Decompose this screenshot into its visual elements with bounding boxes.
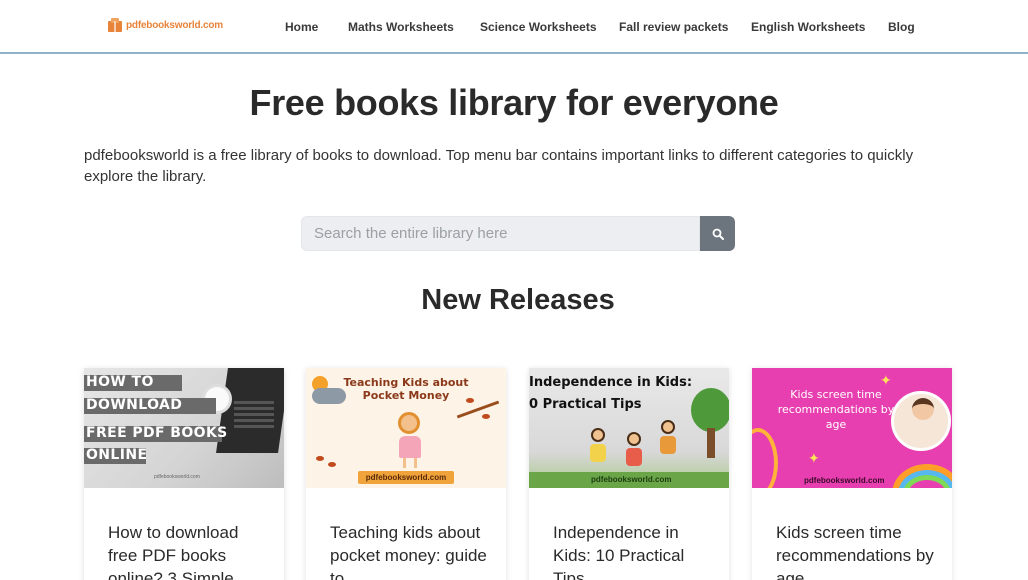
site-header: pdfebooksworld.com Home Maths Worksheets… bbox=[0, 0, 1028, 54]
kid-shirt-graphic bbox=[590, 444, 606, 462]
section-title-new-releases: New Releases bbox=[421, 284, 615, 316]
kid-graphic bbox=[627, 432, 641, 446]
site-logo[interactable]: pdfebooksworld.com bbox=[107, 17, 223, 33]
thumbnail-heading: Kids screen time recommendations by age bbox=[776, 387, 896, 432]
thumbnail-caption: pdfebooksworld.com bbox=[154, 474, 200, 480]
nav-maths-worksheets[interactable]: Maths Worksheets bbox=[348, 20, 454, 34]
thumbnail-text: DOWNLOAD bbox=[86, 397, 183, 413]
leaf-graphic bbox=[466, 398, 474, 403]
card-title[interactable]: Kids screen time recommendations by age bbox=[776, 521, 936, 580]
thumbnail-text: FREE PDF BOOKS bbox=[86, 425, 228, 441]
thumbnail-caption: pdfebooksworld.com bbox=[358, 471, 454, 484]
page-title: Free books library for everyone bbox=[249, 82, 779, 123]
card-thumbnail[interactable]: HOW TO DOWNLOAD FREE PDF BOOKS ONLINE pd… bbox=[84, 368, 284, 488]
thumbnail-heading: Teaching Kids about Pocket Money bbox=[306, 376, 506, 402]
card-title[interactable]: Independence in Kids: 10 Practical Tips bbox=[553, 521, 713, 580]
search-bar bbox=[301, 216, 735, 251]
kid-graphic bbox=[591, 428, 605, 442]
girl-body-graphic bbox=[399, 436, 421, 458]
book-logo-icon bbox=[107, 17, 123, 33]
tree-trunk-graphic bbox=[707, 428, 715, 458]
nav-fall-review-packets[interactable]: Fall review packets bbox=[619, 20, 728, 34]
girl-legs-graphic bbox=[403, 458, 417, 468]
card-thumbnail[interactable]: Teaching Kids about Pocket Money pdfeboo… bbox=[306, 368, 506, 488]
rainbow-graphic bbox=[892, 464, 952, 488]
search-button[interactable] bbox=[700, 216, 735, 251]
card-title[interactable]: Teaching kids about pocket money: guide … bbox=[330, 521, 490, 580]
thumbnail-text: HOW TO bbox=[86, 374, 154, 390]
keyboard-graphic bbox=[234, 398, 274, 428]
nav-blog[interactable]: Blog bbox=[888, 20, 915, 34]
card-title[interactable]: How to download free PDF books online? 3… bbox=[108, 521, 268, 580]
release-card[interactable]: HOW TO DOWNLOAD FREE PDF BOOKS ONLINE pd… bbox=[84, 368, 284, 580]
leaf-graphic bbox=[482, 414, 490, 419]
star-icon: ✦ bbox=[808, 450, 820, 466]
thumbnail-text: Independence in Kids: bbox=[529, 375, 693, 390]
intro-text: pdfebooksworld is a free library of book… bbox=[84, 147, 914, 185]
release-card[interactable]: Independence in Kids: 0 Practical Tips p… bbox=[529, 368, 729, 580]
leaf-graphic bbox=[328, 462, 336, 467]
card-thumbnail[interactable]: Independence in Kids: 0 Practical Tips p… bbox=[529, 368, 729, 488]
kid-graphic bbox=[661, 420, 675, 434]
logo-text: pdfebooksworld.com bbox=[126, 19, 223, 31]
thumbnail-heading: Independence in Kids: 0 Practical Tips bbox=[529, 372, 729, 416]
thumbnail-text: ONLINE bbox=[86, 447, 148, 463]
thumbnail-text: age bbox=[825, 418, 847, 431]
release-card[interactable]: Teaching Kids about Pocket Money pdfeboo… bbox=[306, 368, 506, 580]
thumbnail-text: 0 Practical Tips bbox=[529, 397, 642, 412]
thumbnail-text: Pocket Money bbox=[362, 389, 450, 402]
branch-graphic bbox=[456, 400, 500, 419]
wave-graphic bbox=[752, 428, 778, 488]
nav-science-worksheets[interactable]: Science Worksheets bbox=[480, 20, 597, 34]
child-face-graphic bbox=[912, 398, 934, 420]
star-icon: ✦ bbox=[880, 372, 892, 388]
kid-shirt-graphic bbox=[660, 436, 676, 454]
nav-english-worksheets[interactable]: English Worksheets bbox=[751, 20, 865, 34]
leaf-graphic bbox=[316, 456, 324, 461]
search-icon bbox=[712, 228, 724, 240]
thumbnail-caption: pdfebooksworld.com bbox=[591, 475, 672, 484]
girl-graphic bbox=[398, 412, 420, 434]
card-thumbnail[interactable]: Kids screen time recommendations by age … bbox=[752, 368, 952, 488]
thumbnail-text: Teaching Kids about bbox=[343, 376, 469, 389]
thumbnail-text: recommendations by bbox=[777, 403, 895, 416]
thumbnail-text: Kids screen time bbox=[790, 388, 882, 401]
thumbnail-caption: pdfebooksworld.com bbox=[804, 476, 885, 485]
search-input[interactable] bbox=[301, 216, 700, 251]
nav-home[interactable]: Home bbox=[285, 20, 318, 34]
release-card[interactable]: Kids screen time recommendations by age … bbox=[752, 368, 952, 580]
kid-shirt-graphic bbox=[626, 448, 642, 466]
